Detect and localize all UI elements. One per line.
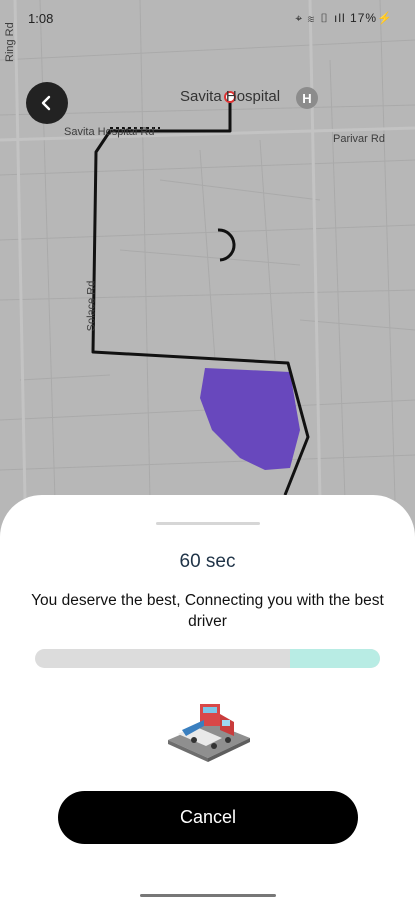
bottom-sheet: 60 sec You deserve the best, Connecting … — [0, 495, 415, 900]
status-time: 1:08 — [28, 11, 54, 26]
map-label-hospital-rd: Savita Hospital Rd — [64, 126, 155, 138]
progress-fill — [290, 649, 380, 668]
home-indicator[interactable] — [140, 894, 276, 897]
countdown-timer: 60 sec — [179, 551, 236, 572]
loading-arc — [217, 228, 236, 262]
progress-bar — [35, 649, 380, 668]
map-label-solace-rd: Solace Rd — [85, 280, 98, 332]
cancel-button[interactable]: Cancel — [58, 791, 358, 844]
drag-handle[interactable] — [156, 522, 260, 525]
map-label-hospital: Savita Hospital — [180, 88, 281, 105]
back-button[interactable] — [26, 82, 68, 124]
chevron-left-icon — [41, 95, 51, 111]
status-bar: 1:08 ⌖ ≋ ▯ ıll 17%⚡ — [0, 0, 415, 34]
tow-truck-illustration-icon — [168, 704, 250, 762]
hospital-icon: H — [296, 87, 318, 109]
connecting-message: You deserve the best, Connecting you wit… — [31, 592, 384, 630]
status-icons: ⌖ ≋ ▯ ıll 17%⚡ — [295, 11, 393, 25]
street-grid — [0, 0, 415, 501]
map-label-parivar-rd: Parivar Rd — [333, 133, 385, 145]
destination-area — [200, 368, 300, 470]
